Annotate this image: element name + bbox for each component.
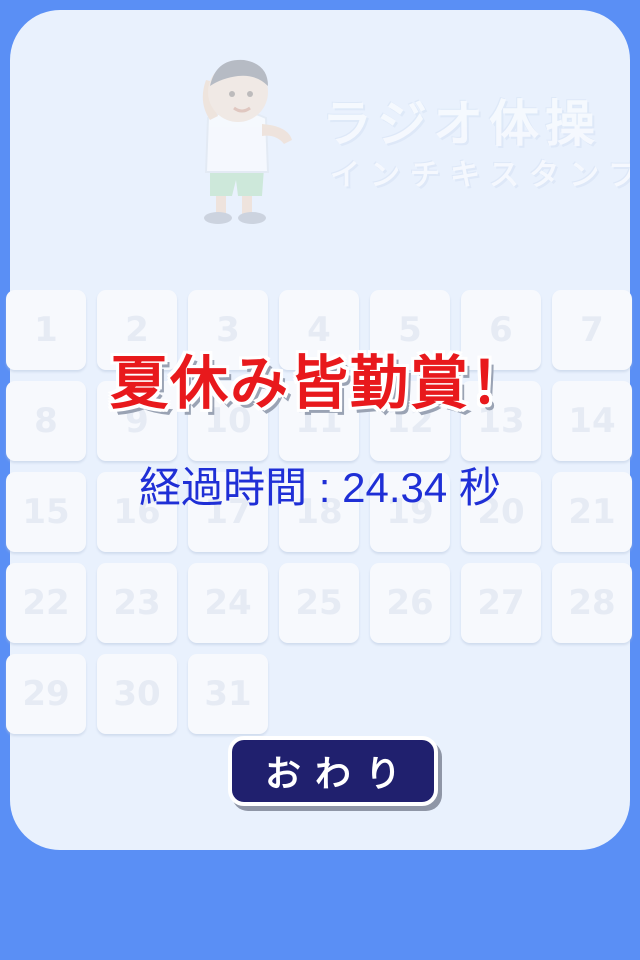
- day-cell: 22: [6, 563, 86, 643]
- app-header: ラジオ体操 インチキスタンプ: [10, 10, 630, 250]
- finish-button[interactable]: おわり: [228, 736, 438, 806]
- day-cell: 25: [279, 563, 359, 643]
- day-cell: 28: [552, 563, 632, 643]
- day-cell: 31: [188, 654, 268, 734]
- elapsed-time: 経過時間 : 24.34 秒: [139, 464, 501, 511]
- day-cell: 24: [188, 563, 268, 643]
- app-title: ラジオ体操: [322, 95, 601, 153]
- app-subtitle: インチキスタンプ: [330, 158, 630, 193]
- day-cell: 29: [6, 654, 86, 734]
- day-cell: 30: [97, 654, 177, 734]
- day-cell: 26: [370, 563, 450, 643]
- perfect-attendance-award: 夏休み皆勤賞！: [109, 349, 530, 417]
- day-cell: 27: [461, 563, 541, 643]
- day-cell: 23: [97, 563, 177, 643]
